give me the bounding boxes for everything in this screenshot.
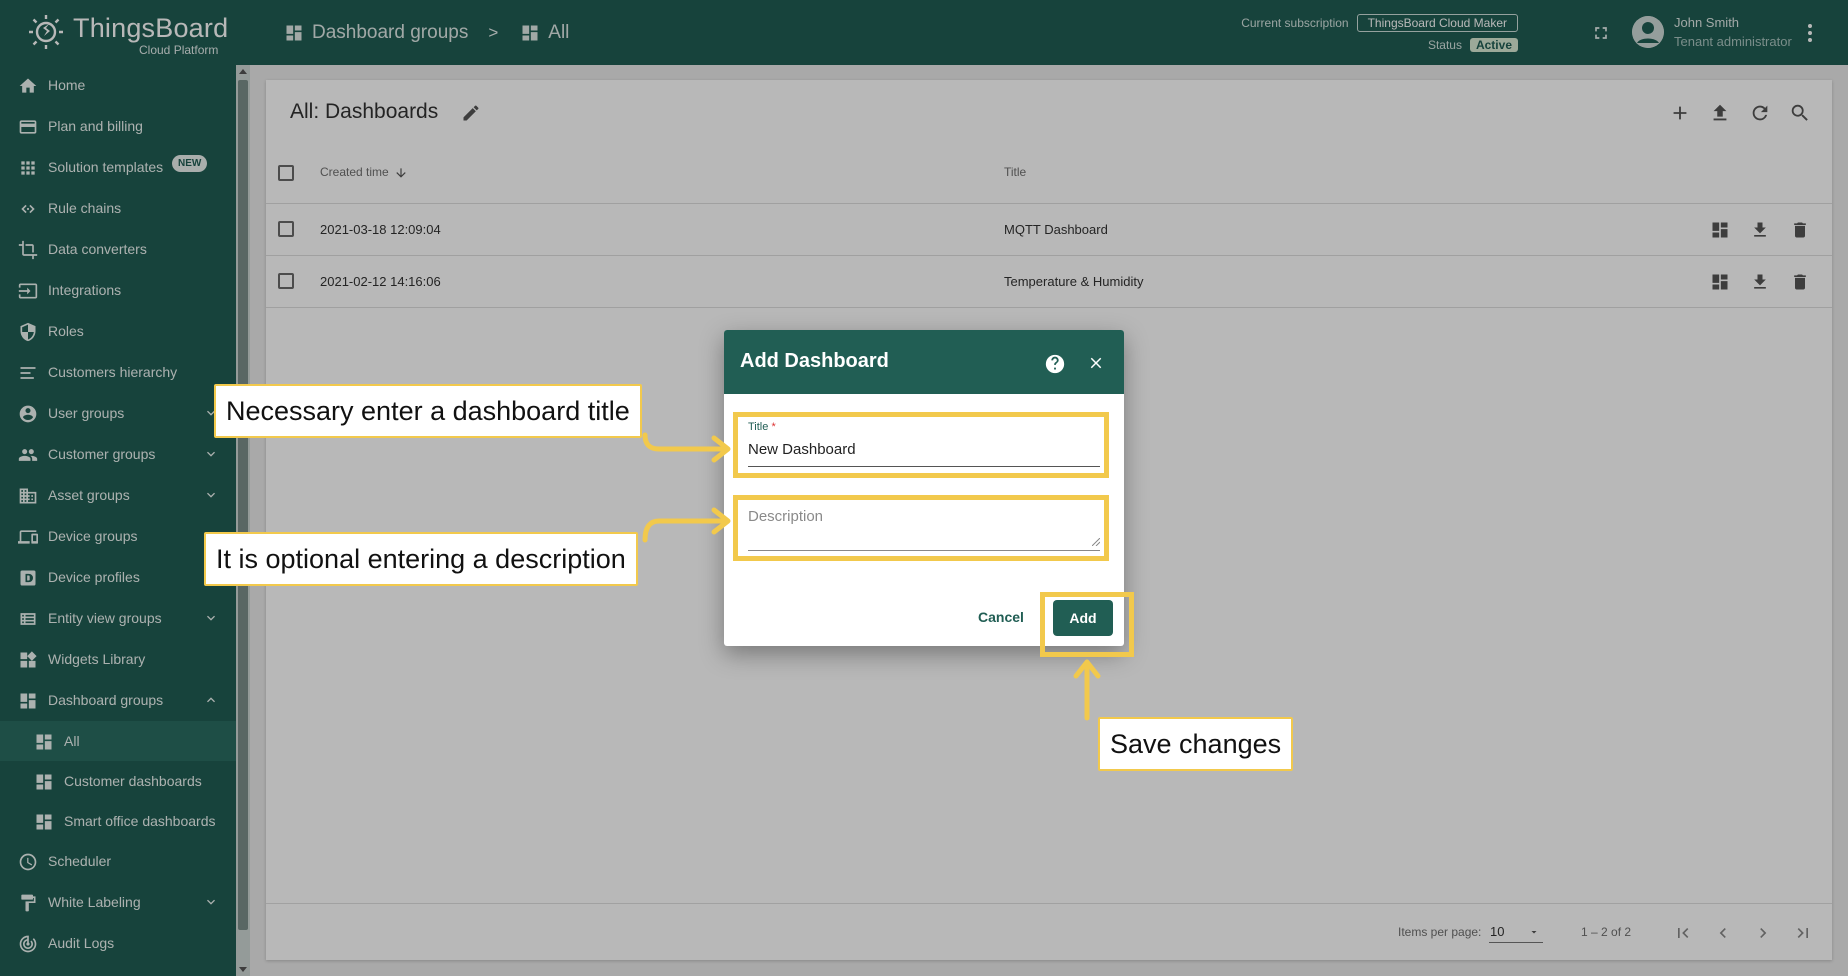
add-button-highlight: [1040, 592, 1134, 657]
title-field-highlight: [733, 412, 1109, 478]
dialog-title: Add Dashboard: [740, 350, 889, 372]
description-annotation-callout: It is optional entering a description: [204, 532, 638, 586]
close-icon[interactable]: [1087, 354, 1105, 372]
cancel-button[interactable]: Cancel: [978, 609, 1024, 625]
description-field-highlight: [733, 495, 1109, 561]
title-annotation-callout: Necessary enter a dashboard title: [214, 384, 642, 438]
save-annotation-callout: Save changes: [1098, 717, 1294, 771]
dialog-header: Add Dashboard: [724, 330, 1124, 394]
help-icon[interactable]: [1044, 353, 1066, 375]
